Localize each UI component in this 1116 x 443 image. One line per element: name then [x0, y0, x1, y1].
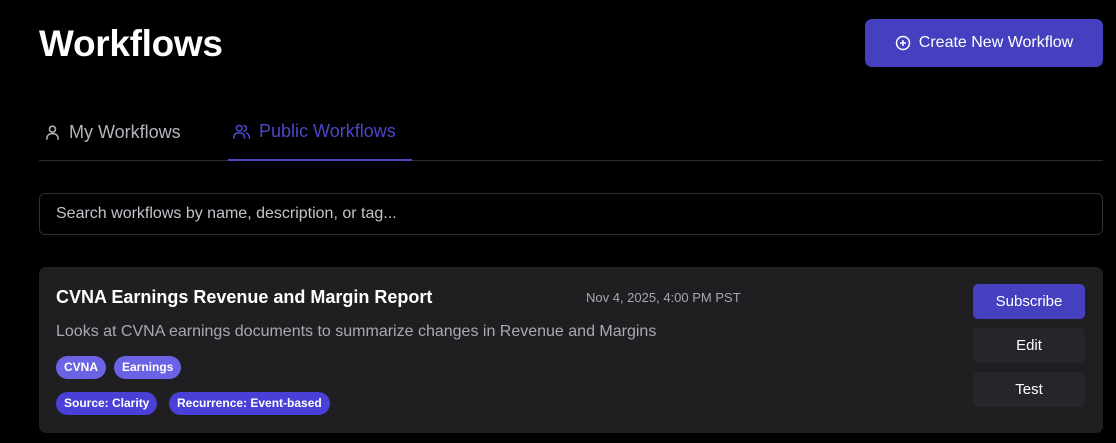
- test-button[interactable]: Test: [973, 372, 1085, 407]
- workflow-description: Looks at CVNA earnings documents to summ…: [56, 323, 657, 340]
- subscribe-button[interactable]: Subscribe: [973, 284, 1085, 319]
- edit-button[interactable]: Edit: [973, 328, 1085, 363]
- users-icon: [232, 123, 251, 140]
- tag-source: Source: Clarity: [56, 392, 158, 415]
- tag-recurrence: Recurrence: Event-based: [169, 392, 330, 415]
- search-input[interactable]: [39, 193, 1103, 235]
- tab-my-workflows[interactable]: My Workflows: [44, 104, 181, 160]
- workflow-title: CVNA Earnings Revenue and Margin Report: [56, 287, 433, 307]
- workflow-date: Nov 4, 2025, 4:00 PM PST: [586, 290, 741, 305]
- workflows-page: Workflows Create New Workflow My Workflo…: [0, 0, 1116, 443]
- plus-circle-icon: [895, 35, 911, 51]
- tag-cvna: CVNA: [56, 356, 107, 379]
- tab-my-workflows-label: My Workflows: [69, 121, 181, 142]
- tab-public-workflows[interactable]: Public Workflows: [228, 104, 412, 161]
- page-title: Workflows: [39, 23, 223, 64]
- tag-earnings: Earnings: [114, 356, 182, 379]
- create-new-workflow-label: Create New Workflow: [918, 34, 1074, 51]
- workflow-tabs: My Workflows Public Workflows: [39, 104, 1103, 161]
- create-new-workflow-button[interactable]: Create New Workflow: [865, 19, 1103, 67]
- user-icon: [44, 124, 61, 141]
- tab-public-workflows-label: Public Workflows: [259, 121, 396, 141]
- workflow-card: CVNA Earnings Revenue and Margin Report …: [39, 267, 1103, 433]
